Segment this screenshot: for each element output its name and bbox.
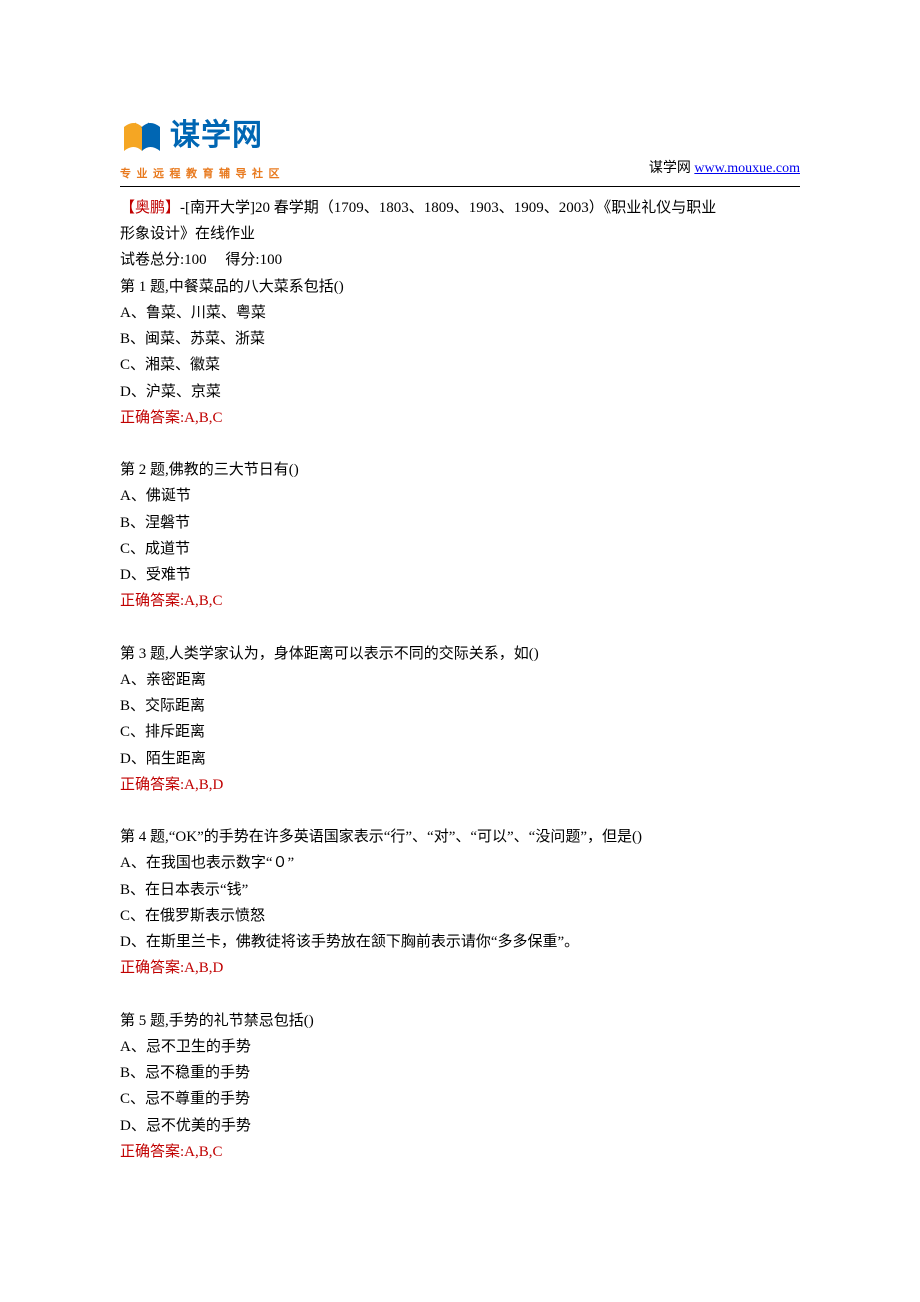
answer: 正确答案:A,B,D bbox=[120, 772, 800, 798]
option: A、佛诞节 bbox=[120, 483, 800, 509]
question-text: 第 3 题,人类学家认为，身体距离可以表示不同的交际关系，如() bbox=[120, 641, 800, 667]
title-tag: 【奥鹏】 bbox=[120, 200, 180, 216]
option: D、在斯里兰卡，佛教徒将该手势放在颔下胸前表示请你“多多保重”。 bbox=[120, 929, 800, 955]
brand-main-text: 谋学网 bbox=[170, 110, 263, 163]
option: A、忌不卫生的手势 bbox=[120, 1034, 800, 1060]
option: D、沪菜、京菜 bbox=[120, 379, 800, 405]
question-text: 第 1 题,中餐菜品的八大菜系包括() bbox=[120, 274, 800, 300]
option: B、涅磐节 bbox=[120, 510, 800, 536]
option: A、在我国也表示数字“０” bbox=[120, 850, 800, 876]
brand-name: 谋学网 bbox=[170, 110, 263, 163]
title-line-2: 形象设计》在线作业 bbox=[120, 221, 800, 247]
option: D、陌生距离 bbox=[120, 746, 800, 772]
answer: 正确答案:A,B,C bbox=[120, 1139, 800, 1165]
answer: 正确答案:A,B,D bbox=[120, 955, 800, 981]
title-line-1: 【奥鹏】-[南开大学]20 春学期（1709、1803、1809、1903、19… bbox=[120, 195, 800, 221]
page: 谋学网 专业远程教育辅导社区 谋学网 www.mouxue.com 【奥鹏】-[… bbox=[0, 0, 920, 1165]
answer: 正确答案:A,B,C bbox=[120, 405, 800, 431]
logo-block: 谋学网 专业远程教育辅导社区 bbox=[120, 110, 285, 184]
answer: 正确答案:A,B,C bbox=[120, 588, 800, 614]
option: C、忌不尊重的手势 bbox=[120, 1086, 800, 1112]
header-right: 谋学网 www.mouxue.com bbox=[649, 157, 800, 184]
brand-url-link[interactable]: www.mouxue.com bbox=[694, 161, 800, 176]
logo-top: 谋学网 bbox=[120, 110, 285, 163]
option: B、在日本表示“钱” bbox=[120, 877, 800, 903]
option: D、受难节 bbox=[120, 562, 800, 588]
option: A、亲密距离 bbox=[120, 667, 800, 693]
question-block: 第 3 题,人类学家认为，身体距离可以表示不同的交际关系，如() A、亲密距离 … bbox=[120, 641, 800, 799]
intro-block: 【奥鹏】-[南开大学]20 春学期（1709、1803、1809、1903、19… bbox=[120, 195, 800, 431]
question-text: 第 2 题,佛教的三大节日有() bbox=[120, 457, 800, 483]
content: 【奥鹏】-[南开大学]20 春学期（1709、1803、1809、1903、19… bbox=[120, 195, 800, 1165]
option: C、成道节 bbox=[120, 536, 800, 562]
question-text: 第 5 题,手势的礼节禁忌包括() bbox=[120, 1008, 800, 1034]
question-text: 第 4 题,“OK”的手势在许多英语国家表示“行”、“对”、“可以”、“没问题”… bbox=[120, 824, 800, 850]
option: C、排斥距离 bbox=[120, 719, 800, 745]
page-header: 谋学网 专业远程教育辅导社区 谋学网 www.mouxue.com bbox=[120, 110, 800, 187]
title-rest: -[南开大学]20 春学期（1709、1803、1809、1903、1909、2… bbox=[180, 200, 716, 216]
option: C、在俄罗斯表示愤怒 bbox=[120, 903, 800, 929]
option: B、闽菜、苏菜、浙菜 bbox=[120, 326, 800, 352]
brand-tagline: 专业远程教育辅导社区 bbox=[120, 165, 285, 184]
book-icon bbox=[120, 117, 164, 155]
brand-label-small: 谋学网 bbox=[649, 161, 691, 176]
question-block: 第 4 题,“OK”的手势在许多英语国家表示“行”、“对”、“可以”、“没问题”… bbox=[120, 824, 800, 982]
score-line: 试卷总分:100 得分:100 bbox=[120, 247, 800, 273]
option: B、忌不稳重的手势 bbox=[120, 1060, 800, 1086]
option: D、忌不优美的手势 bbox=[120, 1113, 800, 1139]
question-block: 第 2 题,佛教的三大节日有() A、佛诞节 B、涅磐节 C、成道节 D、受难节… bbox=[120, 457, 800, 615]
option: A、鲁菜、川菜、粤菜 bbox=[120, 300, 800, 326]
option: B、交际距离 bbox=[120, 693, 800, 719]
option: C、湘菜、徽菜 bbox=[120, 352, 800, 378]
question-block: 第 5 题,手势的礼节禁忌包括() A、忌不卫生的手势 B、忌不稳重的手势 C、… bbox=[120, 1008, 800, 1166]
